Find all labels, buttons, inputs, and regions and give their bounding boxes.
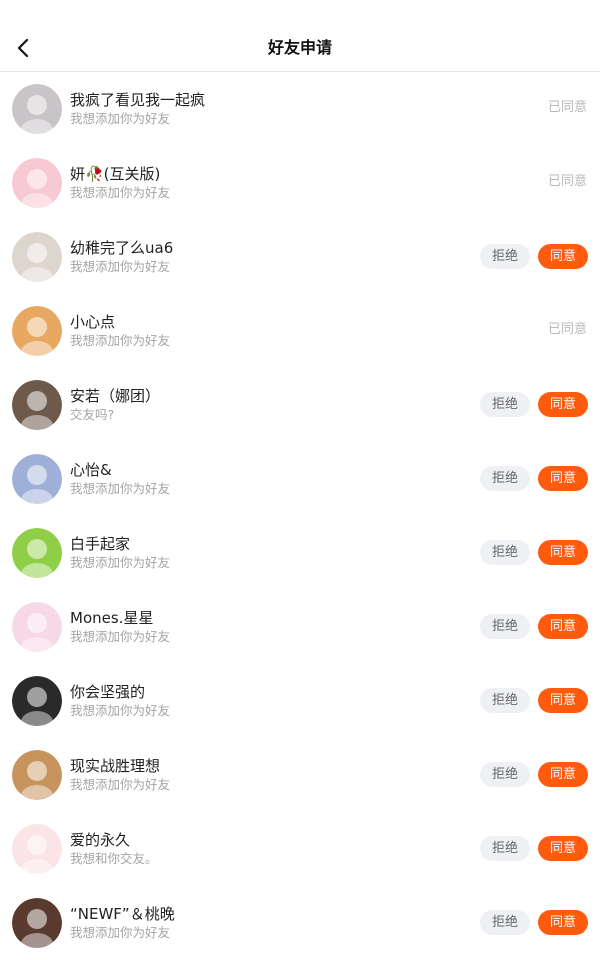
request-row: 我疯了看见我一起疯 我想添加你为好友 已同意	[0, 72, 600, 146]
requester-name: 小心点	[70, 313, 116, 331]
reject-button[interactable]: 拒绝	[480, 688, 530, 713]
avatar[interactable]	[12, 380, 62, 430]
reject-button[interactable]: 拒绝	[480, 540, 530, 565]
reject-button[interactable]: 拒绝	[480, 614, 530, 639]
status-label: 已同意	[547, 322, 587, 337]
accept-button[interactable]: 同意	[538, 762, 588, 787]
avatar[interactable]	[12, 158, 62, 208]
avatar[interactable]	[12, 306, 62, 356]
request-row: 白手起家 我想添加你为好友 拒绝 同意	[0, 516, 600, 590]
requester-name: 白手起家	[70, 535, 131, 553]
request-row: 现实战胜理想 我想添加你为好友 拒绝 同意	[0, 738, 600, 812]
avatar[interactable]	[12, 232, 62, 282]
request-message: 我想添加你为好友	[70, 703, 171, 718]
request-message: 我想添加你为好友	[70, 555, 171, 570]
request-row: 小心点 我想添加你为好友 已同意	[0, 294, 600, 368]
avatar[interactable]	[12, 602, 62, 652]
avatar[interactable]	[12, 676, 62, 726]
friend-request-list: 我疯了看见我一起疯 我想添加你为好友 已同意 妍🥀(互关版) 我想添加你为好友 …	[0, 72, 600, 960]
request-message: 我想添加你为好友	[70, 259, 171, 274]
accept-button[interactable]: 同意	[538, 392, 588, 417]
accept-button[interactable]: 同意	[538, 836, 588, 861]
reject-button[interactable]: 拒绝	[480, 466, 530, 491]
requester-name: “NEWF”＆桃晚	[70, 905, 175, 923]
accept-button[interactable]: 同意	[538, 466, 588, 491]
request-row: 爱的永久 我想和你交友。 拒绝 同意	[0, 812, 600, 886]
avatar[interactable]	[12, 528, 62, 578]
request-row: 幼稚完了么ua6 我想添加你为好友 拒绝 同意	[0, 220, 600, 294]
avatar[interactable]	[12, 824, 62, 874]
accept-button[interactable]: 同意	[538, 910, 588, 935]
request-row: 心怡& 我想添加你为好友 拒绝 同意	[0, 442, 600, 516]
accept-button[interactable]: 同意	[538, 614, 588, 639]
request-message: 我想添加你为好友	[70, 111, 171, 126]
status-label: 已同意	[547, 174, 587, 189]
request-row: 安若（娜团） 交友吗? 拒绝 同意	[0, 368, 600, 442]
accept-button[interactable]: 同意	[538, 540, 588, 565]
accept-button[interactable]: 同意	[538, 244, 588, 269]
request-row: “NEWF”＆桃晚 我想添加你为好友 拒绝 同意	[0, 886, 600, 960]
request-message: 交友吗?	[70, 407, 115, 422]
requester-name: 现实战胜理想	[70, 757, 161, 775]
avatar[interactable]	[12, 898, 62, 948]
reject-button[interactable]: 拒绝	[480, 836, 530, 861]
requester-name: 你会坚强的	[70, 683, 146, 701]
request-row: Mones.星星 我想添加你为好友 拒绝 同意	[0, 590, 600, 664]
avatar[interactable]	[12, 750, 62, 800]
reject-button[interactable]: 拒绝	[480, 392, 530, 417]
requester-name: 幼稚完了么ua6	[70, 239, 174, 257]
request-message: 我想添加你为好友	[70, 333, 171, 348]
request-row: 你会坚强的 我想添加你为好友 拒绝 同意	[0, 664, 600, 738]
requester-name: 安若（娜团）	[70, 387, 161, 405]
status-label: 已同意	[547, 100, 587, 115]
requester-name: Mones.星星	[70, 609, 154, 627]
reject-button[interactable]: 拒绝	[480, 244, 530, 269]
request-message: 我想添加你为好友	[70, 481, 171, 496]
requester-name: 心怡&	[70, 461, 112, 479]
reject-button[interactable]: 拒绝	[480, 762, 530, 787]
request-message: 我想添加你为好友	[70, 629, 171, 644]
reject-button[interactable]: 拒绝	[480, 910, 530, 935]
requester-name: 爱的永久	[70, 831, 131, 849]
requester-name: 我疯了看见我一起疯	[70, 91, 206, 109]
avatar[interactable]	[12, 454, 62, 504]
accept-button[interactable]: 同意	[538, 688, 588, 713]
request-message: 我想和你交友。	[70, 851, 158, 866]
request-message: 我想添加你为好友	[70, 777, 171, 792]
requester-name: 妍🥀(互关版)	[70, 165, 161, 183]
request-row: 妍🥀(互关版) 我想添加你为好友 已同意	[0, 146, 600, 220]
top-bar: 好友申请	[0, 0, 600, 72]
request-message: 我想添加你为好友	[70, 925, 171, 940]
request-message: 我想添加你为好友	[70, 185, 171, 200]
avatar[interactable]	[12, 84, 62, 134]
page-title: 好友申请	[267, 38, 332, 57]
